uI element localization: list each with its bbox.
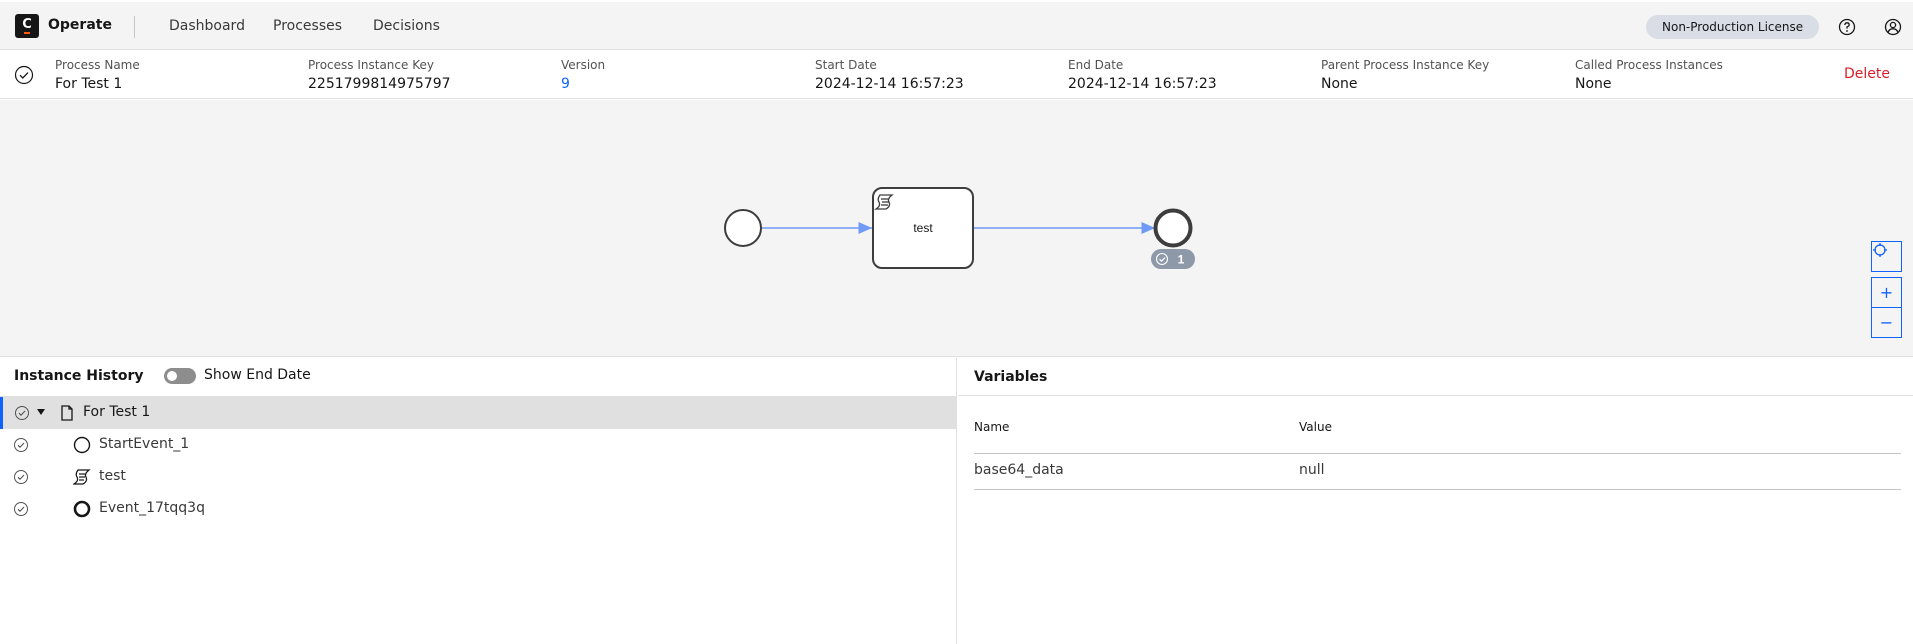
header-divider <box>134 16 135 38</box>
parent-key-field: Parent Process Instance Key None <box>1321 57 1489 94</box>
called-instances-field: Called Process Instances None <box>1575 57 1723 94</box>
logo-letter: C <box>22 16 32 32</box>
completed-state-icon <box>14 65 34 85</box>
instance-key-value: 2251799814975797 <box>308 76 451 92</box>
start-date-label: Start Date <box>815 58 877 72</box>
parent-key-value: None <box>1321 76 1358 92</box>
history-row-start-event[interactable]: StartEvent_1 <box>0 429 957 461</box>
end-event-shape[interactable] <box>1153 208 1193 248</box>
completed-state-icon <box>14 502 28 516</box>
history-row-label: StartEvent_1 <box>99 436 190 452</box>
called-instances-label: Called Process Instances <box>1575 58 1723 72</box>
zoom-out-button[interactable]: − <box>1871 307 1902 338</box>
history-row-label: test <box>99 468 126 484</box>
variables-title: Variables <box>974 369 1048 385</box>
reset-diagram-zoom-button[interactable] <box>1871 241 1902 272</box>
completed-state-icon <box>14 438 28 452</box>
parent-key-label: Parent Process Instance Key <box>1321 58 1490 72</box>
instance-history-title: Instance History <box>14 368 144 384</box>
bpmn-diagram-canvas[interactable]: test 1 + − <box>0 100 1913 357</box>
called-instances-value: None <box>1575 76 1612 92</box>
chevron-down-icon[interactable] <box>37 409 45 415</box>
app-name[interactable]: Operate <box>48 17 112 33</box>
completed-state-icon <box>15 406 29 420</box>
version-field: Version 9 <box>561 57 605 94</box>
script-task-icon <box>73 469 91 485</box>
delete-button[interactable]: Delete <box>1844 66 1890 82</box>
app-header: C Operate Dashboard Processes Decisions … <box>0 2 1913 50</box>
process-name-label: Process Name <box>55 58 140 72</box>
document-icon <box>61 405 73 421</box>
variables-panel: Variables Name Value base64_data null <box>958 358 1913 644</box>
crosshair-icon <box>1873 243 1887 257</box>
column-header-value: Value <box>1299 420 1332 434</box>
plus-icon: + <box>1879 283 1894 302</box>
badge-count: 1 <box>1178 253 1185 267</box>
process-name-value: For Test 1 <box>55 76 123 92</box>
variable-value: null <box>1299 462 1325 478</box>
bpmn-diagram: test 1 <box>724 187 1195 269</box>
variables-header: Variables <box>958 358 1913 396</box>
start-event-shape[interactable] <box>724 209 762 247</box>
instance-header: Process Name For Test 1 Process Instance… <box>0 50 1913 99</box>
end-date-label: End Date <box>1068 58 1124 72</box>
camunda-logo[interactable]: C <box>15 14 39 38</box>
history-row-label: Event_17tqq3q <box>99 500 205 516</box>
history-row-process[interactable]: For Test 1 <box>0 397 957 429</box>
column-header-name: Name <box>974 420 1010 434</box>
history-row-task[interactable]: test <box>0 461 957 493</box>
instance-key-label: Process Instance Key <box>308 58 434 72</box>
history-row-end-event[interactable]: Event_17tqq3q <box>0 493 957 525</box>
nav-decisions[interactable]: Decisions <box>373 18 440 34</box>
start-date-value: 2024-12-14 16:57:23 <box>815 76 964 92</box>
instance-history-tree: For Test 1 StartEvent_1 test Event_17tqq… <box>0 396 957 525</box>
show-end-date-label: Show End Date <box>204 367 311 383</box>
variable-name: base64_data <box>974 462 1064 478</box>
variables-table-header: Name Value <box>974 420 1901 454</box>
zoom-in-button[interactable]: + <box>1871 277 1902 308</box>
logo-accent-bar <box>24 32 30 34</box>
completed-count-badge[interactable] <box>1151 249 1195 269</box>
completed-state-icon <box>14 470 28 484</box>
version-label: Version <box>561 58 606 72</box>
minus-icon: − <box>1879 313 1894 332</box>
instance-key-field: Process Instance Key 2251799814975797 <box>308 57 451 94</box>
nav-dashboard[interactable]: Dashboard <box>169 18 245 34</box>
process-name-field: Process Name For Test 1 <box>55 57 140 94</box>
nav-processes[interactable]: Processes <box>273 18 342 34</box>
task-label: test <box>913 221 933 235</box>
history-row-label: For Test 1 <box>83 404 151 420</box>
version-link[interactable]: 9 <box>561 74 605 94</box>
license-badge[interactable]: Non-Production License <box>1646 15 1820 39</box>
end-date-value: 2024-12-14 16:57:23 <box>1068 76 1217 92</box>
variables-table: Name Value base64_data null <box>974 420 1901 490</box>
help-icon[interactable] <box>1838 18 1856 36</box>
start-event-icon <box>73 436 91 454</box>
show-end-date-toggle[interactable] <box>164 368 196 384</box>
end-event-icon <box>73 500 91 518</box>
instance-history-panel: Instance History Show End Date For Test … <box>0 358 957 644</box>
user-profile-icon[interactable] <box>1884 18 1902 36</box>
end-date-field: End Date 2024-12-14 16:57:23 <box>1068 57 1217 94</box>
table-row[interactable]: base64_data null <box>974 454 1901 490</box>
start-date-field: Start Date 2024-12-14 16:57:23 <box>815 57 964 94</box>
toggle-knob <box>167 371 177 381</box>
